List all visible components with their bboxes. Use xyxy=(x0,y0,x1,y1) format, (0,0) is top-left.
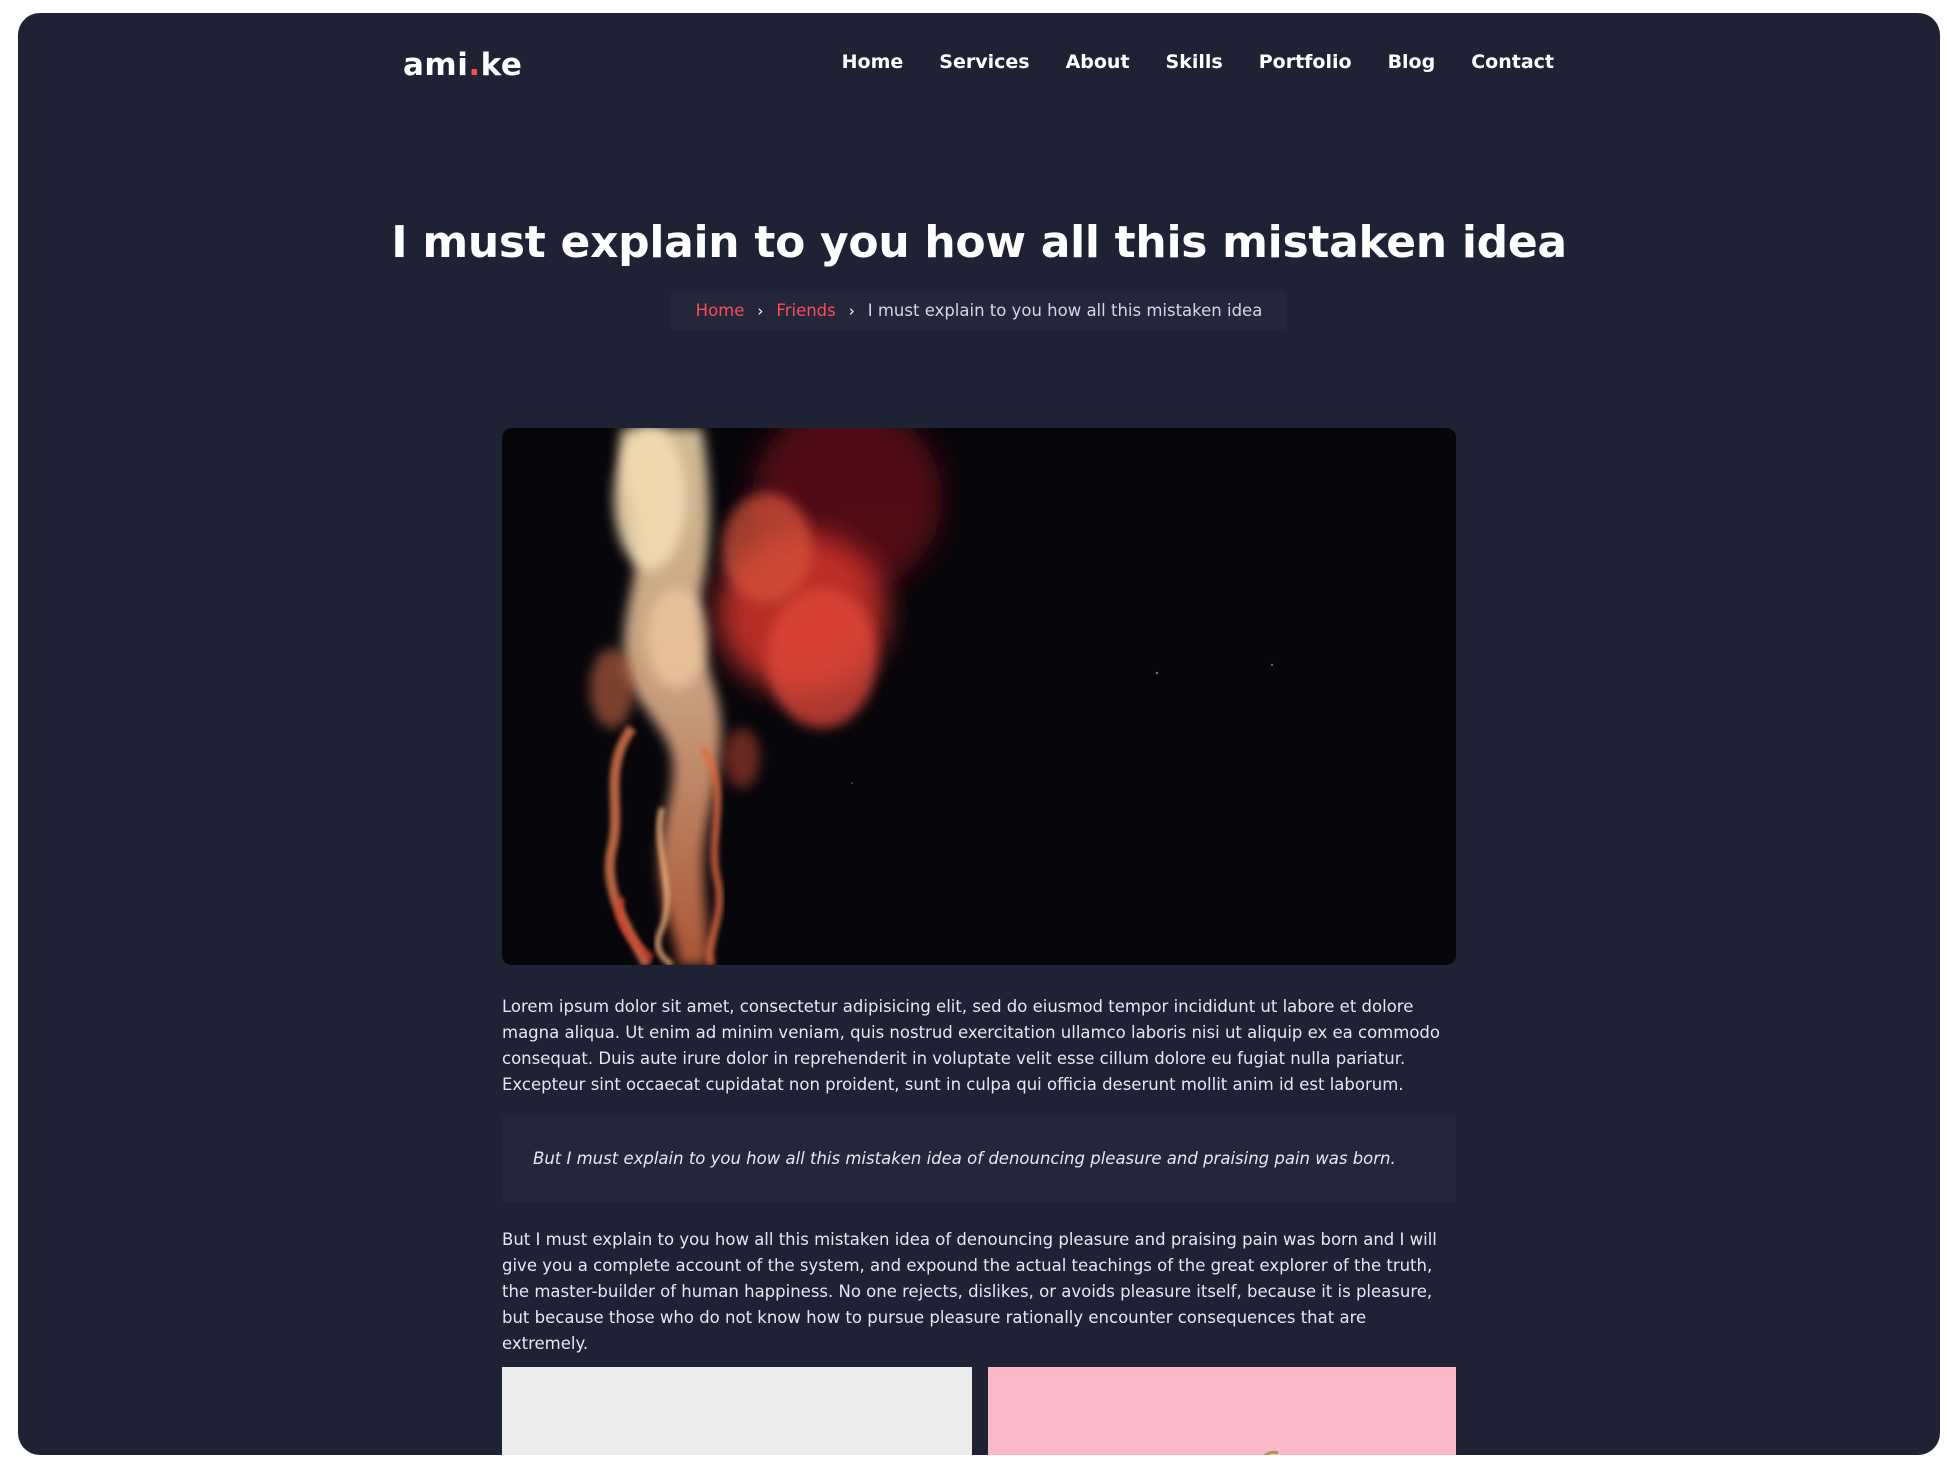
breadcrumb-current: I must explain to you how all this mista… xyxy=(867,301,1263,320)
breadcrumb-container: Home › Friends › I must explain to you h… xyxy=(18,291,1940,330)
gallery-image-right-art xyxy=(1263,1450,1279,1455)
page-frame: ami.ke Home Services About Skills Portfo… xyxy=(18,13,1940,1455)
logo-tail: ke xyxy=(480,47,523,83)
nav-item-blog[interactable]: Blog xyxy=(1388,51,1436,73)
chevron-right-icon: › xyxy=(848,301,855,320)
page-title: I must explain to you how all this mista… xyxy=(391,217,1567,268)
nav-item-skills[interactable]: Skills xyxy=(1166,51,1223,73)
site-logo[interactable]: ami.ke xyxy=(403,47,522,83)
gallery-image-left xyxy=(502,1367,972,1455)
article-quote: But I must explain to you how all this m… xyxy=(502,1115,1456,1202)
gallery-image-right xyxy=(988,1367,1456,1455)
nav-item-about[interactable]: About xyxy=(1066,51,1130,73)
breadcrumb-home-link[interactable]: Home xyxy=(696,301,745,320)
quote-text: But I must explain to you how all this m… xyxy=(533,1149,1396,1168)
smoke-image xyxy=(502,428,1456,965)
logo-main: ami xyxy=(403,47,469,83)
breadcrumb: Home › Friends › I must explain to you h… xyxy=(670,291,1288,330)
main-nav: Home Services About Skills Portfolio Blo… xyxy=(842,51,1554,73)
article-paragraph-2: But I must explain to you how all this m… xyxy=(502,1230,1437,1353)
nav-item-home[interactable]: Home xyxy=(842,51,904,73)
breadcrumb-category-link[interactable]: Friends xyxy=(776,301,835,320)
nav-item-services[interactable]: Services xyxy=(939,51,1029,73)
chevron-right-icon: › xyxy=(757,301,764,320)
nav-item-portfolio[interactable]: Portfolio xyxy=(1259,51,1352,73)
logo-dot: . xyxy=(468,47,481,83)
nav-item-contact[interactable]: Contact xyxy=(1471,51,1554,73)
article-paragraph-1: Lorem ipsum dolor sit amet, consectetur … xyxy=(502,997,1440,1094)
featured-image xyxy=(502,428,1456,965)
